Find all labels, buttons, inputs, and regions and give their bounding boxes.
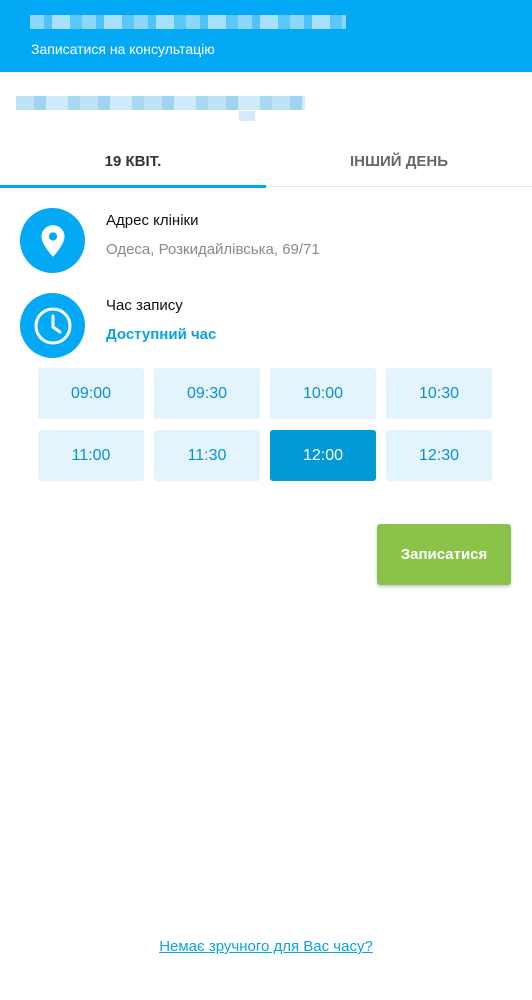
time-slot[interactable]: 10:00 — [270, 368, 376, 419]
blurred-doctor-name — [16, 96, 305, 110]
time-slot[interactable]: 10:30 — [386, 368, 492, 419]
header-subtitle: Записатися на консультацію — [31, 41, 215, 57]
date-tabs: 19 КВІТ. ІНШИЙ ДЕНЬ — [0, 135, 532, 188]
clinic-address-label: Адрес клініки — [106, 212, 199, 229]
appointment-time-label: Час запису — [106, 297, 183, 314]
time-slot[interactable]: 12:30 — [386, 430, 492, 481]
clinic-address-row: Адрес клініки Одеса, Розкидайлівська, 69… — [20, 208, 320, 273]
appointment-time-row: Час запису Доступний час — [20, 293, 216, 358]
app-header: Записатися на консультацію — [0, 0, 532, 72]
available-time-link[interactable]: Доступний час — [106, 326, 216, 343]
time-slot[interactable]: 11:30 — [154, 430, 260, 481]
location-pin-icon — [20, 208, 85, 273]
clinic-address-value: Одеса, Розкидайлівська, 69/71 — [106, 241, 320, 258]
tab-date-today[interactable]: 19 КВІТ. — [0, 135, 266, 188]
time-slot[interactable]: 11:00 — [38, 430, 144, 481]
time-slot[interactable]: 09:30 — [154, 368, 260, 419]
clock-icon — [20, 293, 85, 358]
time-slot[interactable]: 09:00 — [38, 368, 144, 419]
blurred-doctor-name-fragment — [239, 111, 255, 121]
time-slot-selected[interactable]: 12:00 — [270, 430, 376, 481]
no-convenient-time-link[interactable]: Немає зручного для Вас часу? — [0, 938, 532, 955]
blurred-title — [30, 15, 346, 29]
time-slot-grid: 09:00 09:30 10:00 10:30 11:00 11:30 12:0… — [38, 368, 494, 481]
tab-other-day[interactable]: ІНШИЙ ДЕНЬ — [266, 135, 532, 187]
book-appointment-button[interactable]: Записатися — [377, 524, 511, 585]
